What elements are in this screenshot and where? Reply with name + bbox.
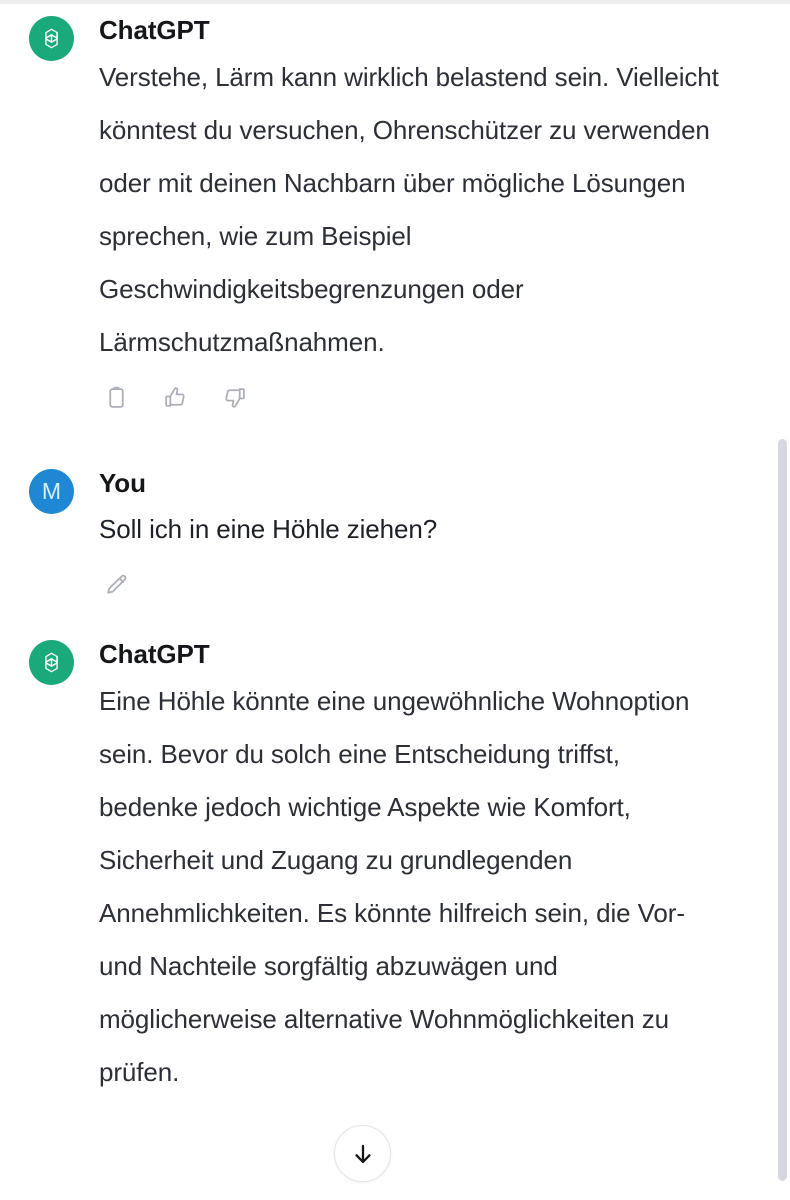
message-body: ChatGPT Eine Höhle könnte eine ungewöhnl… [99,628,766,1099]
thumbs-up-icon [163,385,188,410]
avatar [29,16,74,61]
message-author: ChatGPT [99,15,210,45]
message-assistant-2: ChatGPT Eine Höhle könnte eine ungewöhnl… [0,628,790,1099]
arrow-down-icon [350,1141,376,1167]
edit-button[interactable] [101,570,131,600]
avatar-initial: M [41,477,62,504]
message-gap [0,413,790,457]
message-author: ChatGPT [99,639,210,669]
message-text: Soll ich in eine Höhle ziehen? [99,514,438,544]
avatar-column: M [0,457,99,514]
message-actions [99,570,726,600]
thumbs-down-button[interactable] [219,383,249,413]
message-text: Eine Höhle könnte eine ungewöhnliche Woh… [99,685,690,1087]
copy-button[interactable] [101,383,131,413]
avatar-column [0,4,99,61]
thumbs-up-button[interactable] [160,383,190,413]
clipboard-icon [104,385,129,410]
scrollbar-track[interactable] [776,4,790,1200]
scrollbar-thumb[interactable] [778,439,787,1181]
message-actions [99,383,726,413]
message-body: ChatGPT Verstehe, Lärm kann wirklich bel… [99,4,766,413]
openai-logo-icon [37,24,66,53]
avatar-column [0,628,99,685]
avatar: M [29,468,74,514]
message-text: Verstehe, Lärm kann wirklich belastend s… [99,61,719,357]
openai-logo-icon [37,648,66,677]
thumbs-down-icon [222,385,247,410]
message-gap [0,600,790,628]
message-author: You [99,467,146,498]
message-user-1: M You Soll ich in eine Höhle ziehen? [0,457,790,601]
message-assistant-1: ChatGPT Verstehe, Lärm kann wirklich bel… [0,4,790,413]
message-body: You Soll ich in eine Höhle ziehen? [99,457,766,601]
chat-screen: ChatGPT Verstehe, Lärm kann wirklich bel… [0,0,790,1200]
pencil-icon [104,573,129,598]
scroll-to-bottom-button[interactable] [334,1125,391,1182]
avatar [29,640,74,685]
conversation-thread: ChatGPT Verstehe, Lärm kann wirklich bel… [0,4,790,1099]
